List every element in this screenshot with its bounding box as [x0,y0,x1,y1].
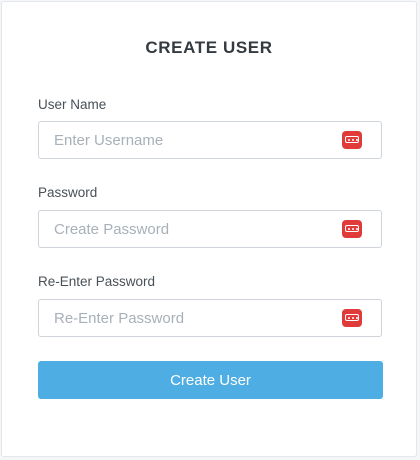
confirm-password-field [38,299,382,337]
password-manager-icon[interactable] [342,220,362,238]
username-label: User Name [38,97,107,112]
password-input[interactable] [39,211,381,247]
username-field [38,121,382,159]
password-label: Password [38,185,98,200]
create-user-card: CREATE USER User Name Password Re-Enter … [1,1,417,457]
confirm-password-input[interactable] [39,300,381,336]
password-manager-icon[interactable] [342,309,362,327]
password-manager-icon[interactable] [342,131,362,149]
password-field [38,210,382,248]
form-title: CREATE USER [145,38,273,57]
username-input[interactable] [39,122,381,158]
confirm-password-label: Re-Enter Password [38,274,156,289]
create-user-button[interactable]: Create User [38,361,383,399]
